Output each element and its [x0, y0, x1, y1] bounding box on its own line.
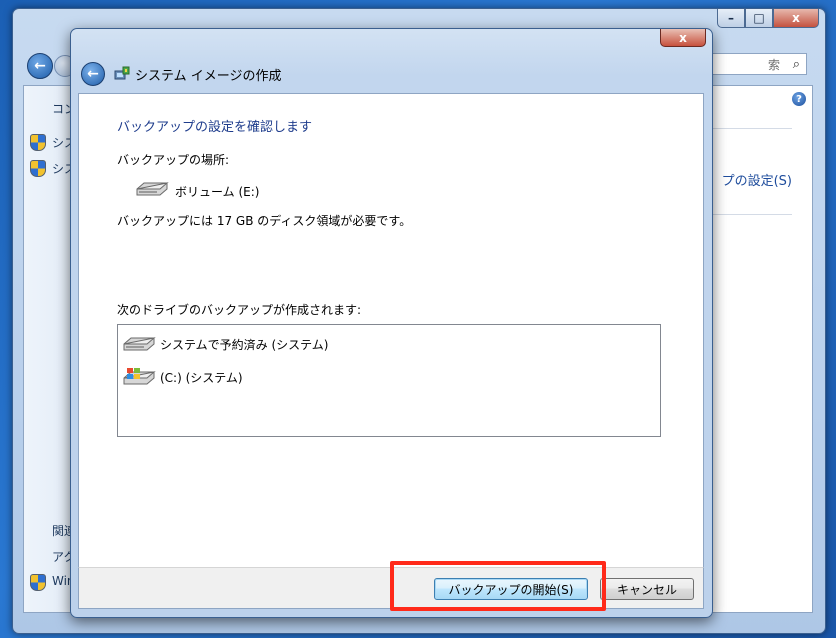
- system-image-icon: [114, 66, 130, 80]
- backup-location-value: ボリューム (E:): [175, 185, 260, 199]
- dialog-close-button[interactable]: x: [660, 29, 706, 47]
- windows-drive-icon: [123, 368, 156, 385]
- cancel-button[interactable]: キャンセル: [600, 578, 694, 600]
- drives-label: 次のドライブのバックアップが作成されます:: [117, 303, 362, 317]
- dialog-title: システム イメージの作成: [135, 69, 282, 84]
- highlight-box: [390, 561, 606, 611]
- shield-icon: [30, 160, 46, 177]
- shield-icon: [30, 134, 46, 151]
- drives-list[interactable]: システムで予約済み (システム) (C:) (システム): [117, 324, 661, 437]
- shield-icon: [30, 574, 46, 591]
- back-arrow-icon[interactable]: ←: [27, 53, 53, 79]
- maximize-button[interactable]: □: [745, 9, 773, 28]
- drive-label: (C:) (システム): [160, 370, 243, 385]
- search-icon[interactable]: ⌕: [793, 57, 800, 72]
- list-item[interactable]: システムで予約済み (システム): [122, 335, 328, 353]
- back-arrow-icon[interactable]: ←: [81, 62, 105, 86]
- dialog-body: バックアップの設定を確認します バックアップの場所: ボリューム (E:) バッ…: [78, 93, 704, 568]
- list-item[interactable]: (C:) (システム): [122, 367, 243, 387]
- hard-drive-icon: [123, 337, 156, 351]
- background-caption-buttons: – □ x: [717, 9, 819, 28]
- background-close-button[interactable]: x: [773, 9, 819, 28]
- backup-settings-link[interactable]: プの設定(S): [722, 170, 792, 189]
- drive-label: システムで予約済み (システム): [160, 337, 329, 352]
- minimize-button[interactable]: –: [717, 9, 745, 28]
- space-required-text: バックアップには 17 GB のディスク領域が必要です。: [117, 214, 412, 228]
- hard-drive-icon: [136, 182, 169, 196]
- search-placeholder: 索: [767, 57, 780, 72]
- help-icon[interactable]: ?: [792, 92, 806, 106]
- create-system-image-dialog: x ← システム イメージの作成 バックアップの設定を確認します バックアップの…: [70, 28, 713, 618]
- page-heading: バックアップの設定を確認します: [117, 120, 313, 135]
- backup-location-label: バックアップの場所:: [117, 153, 230, 167]
